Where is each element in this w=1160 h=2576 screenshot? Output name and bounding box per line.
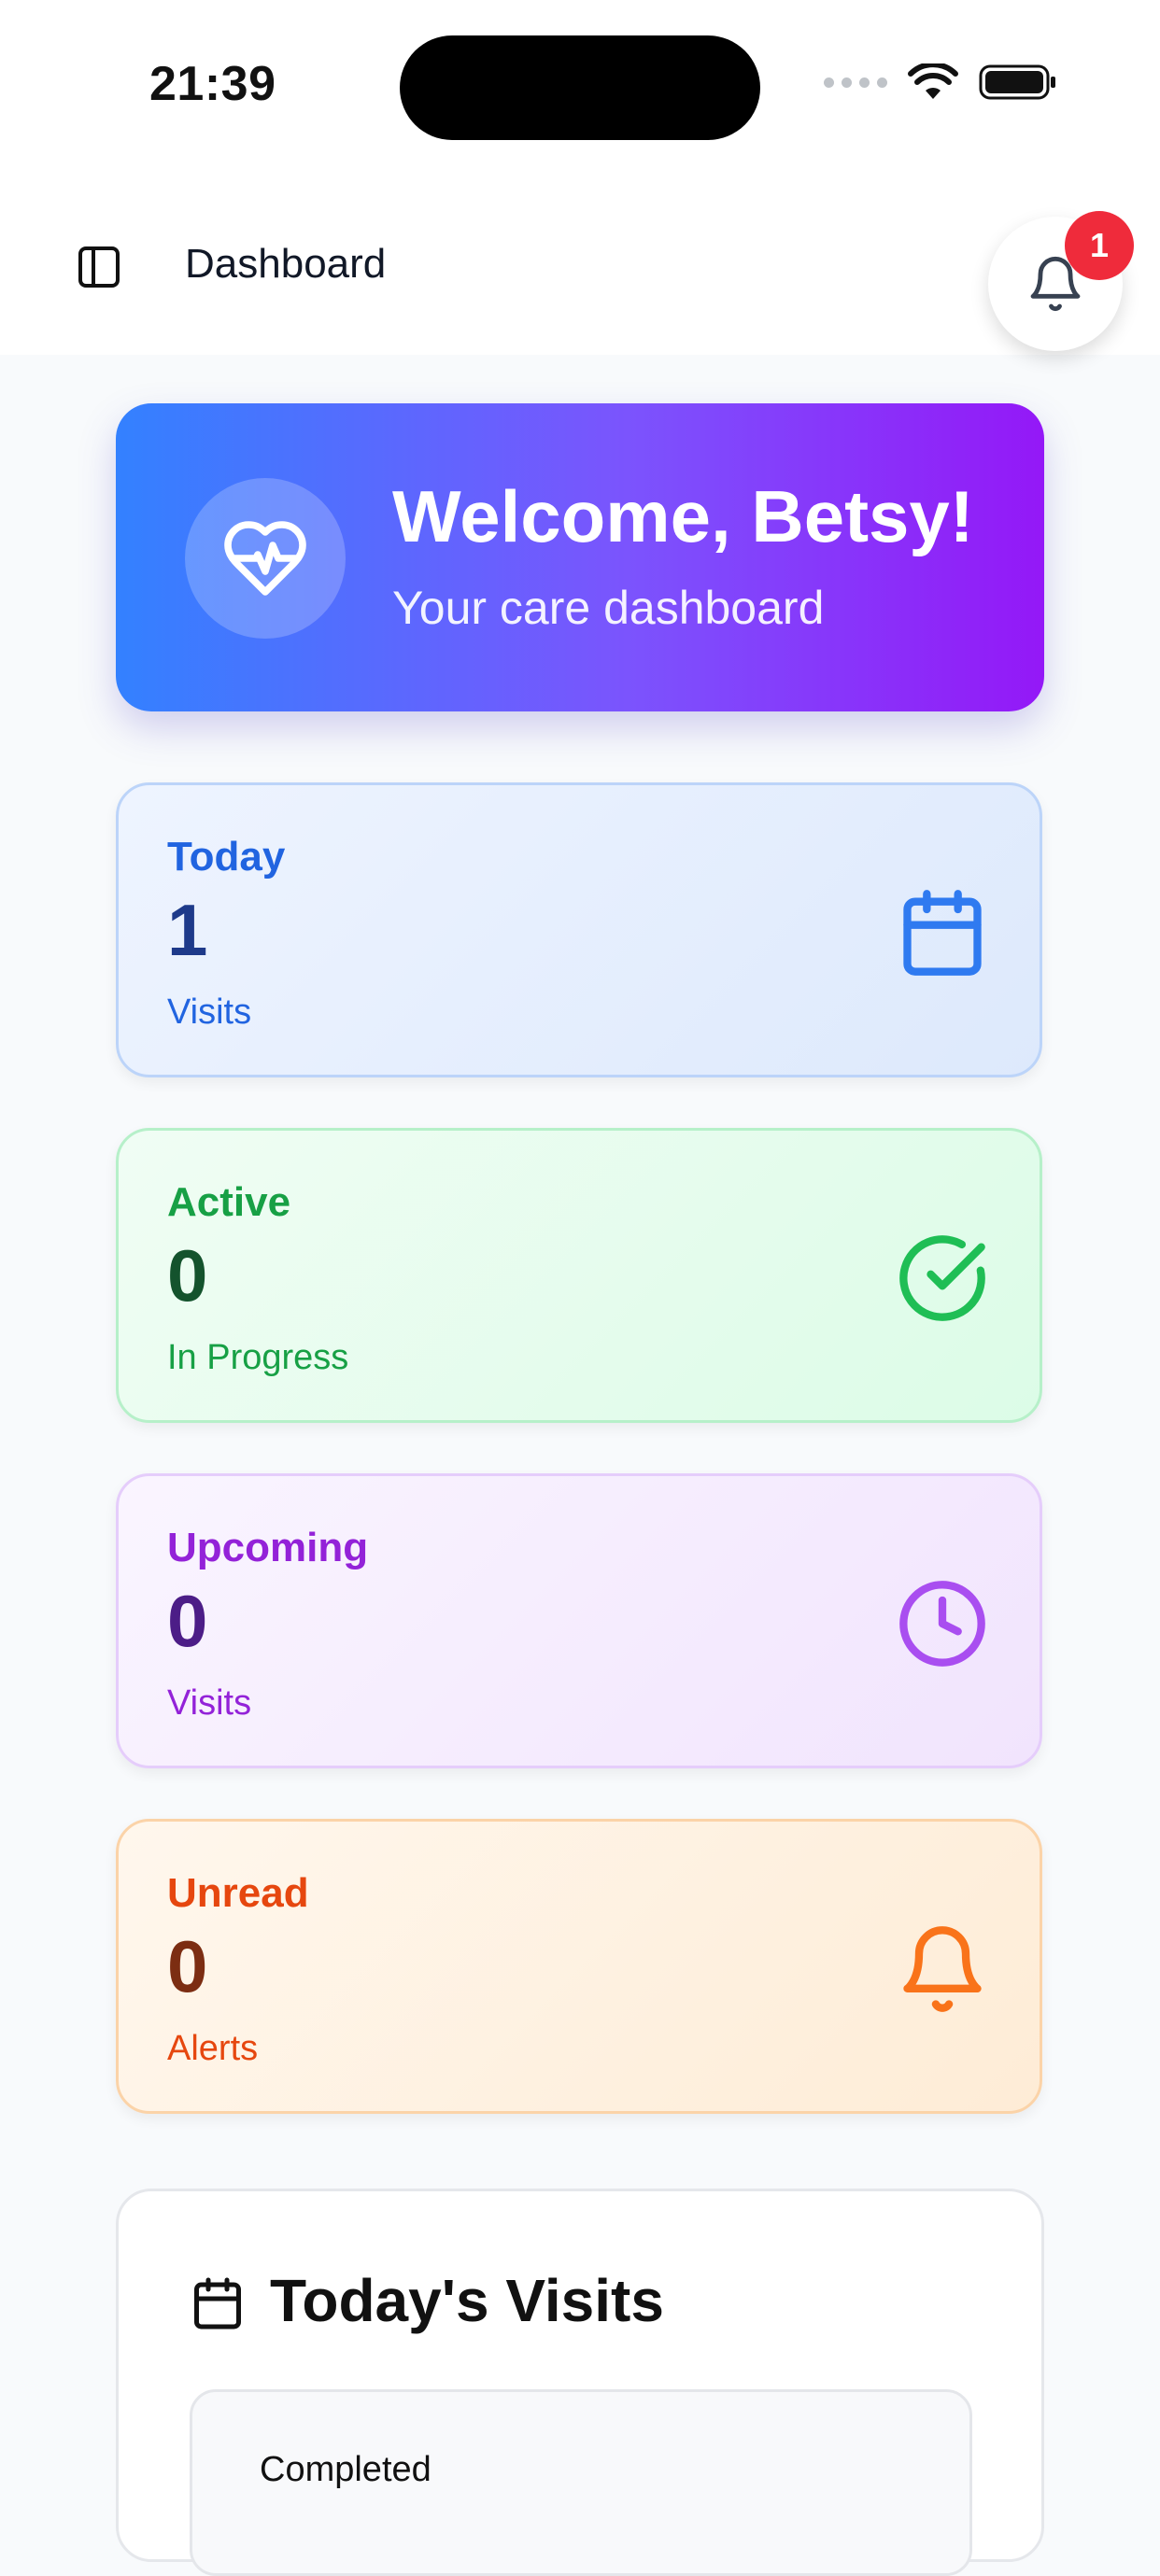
app-header: Dashboard 1 [0,177,1160,355]
notification-badge: 1 [1065,211,1134,280]
stat-sublabel: Visits [167,1683,252,1723]
stat-value: 0 [167,1925,208,2007]
calendar-icon [903,890,982,976]
wifi-icon [908,63,958,99]
stat-sublabel: Visits [167,992,252,1032]
todays-visits-panel: Today's Visits Completed [116,2189,1044,2576]
battery-icon [979,64,1055,100]
status-bar: 21:39 [0,0,1160,177]
welcome-icon-circle [185,478,346,639]
stat-card-today[interactable]: Today 1 Visits [116,782,1042,1077]
bell-icon [903,1926,982,2012]
stat-label: Upcoming [167,1525,369,1570]
stat-value: 0 [167,1234,208,1316]
stat-label: Active [167,1179,291,1225]
heart-pulse-icon [224,521,306,596]
status-icons [824,63,1057,101]
dynamic-island [400,35,760,140]
stat-value: 1 [167,889,208,971]
stat-value: 0 [167,1580,208,1662]
stat-sublabel: Alerts [167,2029,259,2068]
sidebar-toggle-icon[interactable] [77,245,121,289]
stat-sublabel: In Progress [167,1338,349,1377]
welcome-subtitle: Your care dashboard [392,582,825,634]
stat-card-upcoming[interactable]: Upcoming 0 Visits [116,1473,1042,1768]
calendar-icon [194,2277,241,2330]
welcome-card: Welcome, Betsy! Your care dashboard [116,403,1044,711]
status-time: 21:39 [149,57,276,111]
stat-card-active[interactable]: Active 0 In Progress [116,1128,1042,1423]
completed-visits-group[interactable]: Completed [190,2389,972,2576]
cellular-signal-icon [824,77,887,88]
clock-icon [899,1581,985,1667]
page-title: Dashboard [185,241,387,287]
check-circle-icon [899,1235,985,1321]
stat-card-unread[interactable]: Unread 0 Alerts [116,1819,1042,2114]
section-title: Today's Visits [270,2267,664,2334]
stat-label: Unread [167,1870,309,1916]
completed-label: Completed [260,2450,431,2489]
welcome-title: Welcome, Betsy! [392,475,974,557]
stat-label: Today [167,834,286,880]
